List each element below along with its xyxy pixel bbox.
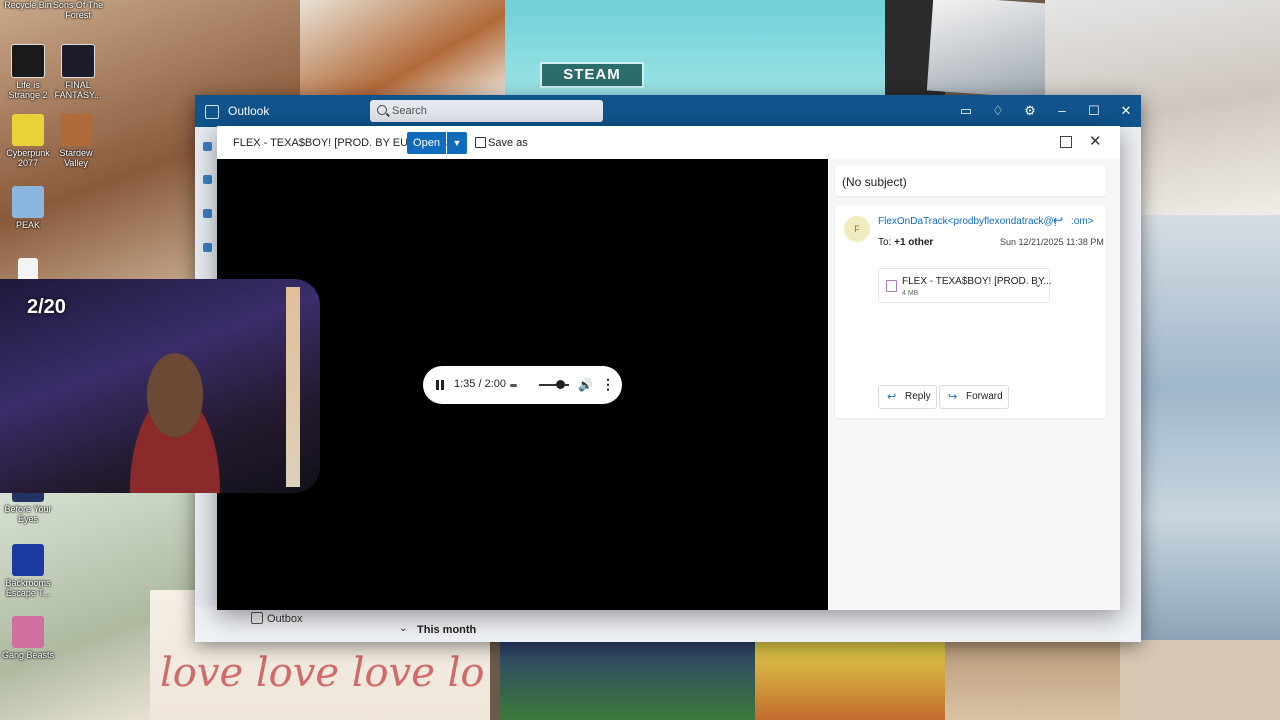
search-icon (377, 105, 387, 115)
desktop-icon-recycle-bin[interactable]: Recycle Bin (0, 0, 56, 10)
open-button[interactable]: Open (407, 132, 446, 154)
popout-icon[interactable] (1060, 136, 1072, 148)
ring-light (286, 287, 300, 487)
outlook-titlebar: Outlook Search ▭ ♢ ⚙ – ☐ ✕ (195, 95, 1141, 127)
playback-time: 1:35 / 2:00 (454, 378, 506, 390)
speaker-icon[interactable]: 🔊 (578, 378, 593, 392)
sender-name[interactable]: FlexOnDaTrack<prodbyflexondatrack@g (878, 216, 1056, 227)
desktop-icon-backrooms[interactable]: Backrooms Escape T... (0, 544, 56, 598)
game-icon (11, 44, 45, 78)
attachment-viewer: FLEX - TEXA$BOY! [PROD. BY EURO].mp3 Ope… (217, 126, 1120, 610)
attachment-size: 4 MB (902, 290, 919, 297)
search-box[interactable]: Search (370, 100, 603, 122)
close-window-icon[interactable]: ✕ (1116, 101, 1136, 121)
forward-button[interactable]: ↪ Forward (939, 385, 1009, 409)
close-icon[interactable]: ✕ (1089, 132, 1102, 150)
gear-icon[interactable]: ⚙ (1020, 101, 1040, 121)
desktop-icon-label: Gang Beasts (1, 650, 55, 660)
reply-icon: ↩ (887, 391, 897, 403)
volume-slider-thumb[interactable] (556, 380, 565, 389)
window-title: Outlook (228, 104, 270, 118)
desktop-icon-label: PEAK (15, 220, 40, 230)
desktop-icon-final-fantasy[interactable]: FINAL FANTASY... (50, 44, 106, 100)
folder-list-footer (195, 610, 1141, 642)
desktop-icon-label: Recycle Bin (4, 0, 52, 10)
desktop-icon-gang-beasts[interactable]: Gang Beasts (0, 616, 56, 660)
audio-file-icon (886, 280, 897, 292)
wallpaper-photo (755, 640, 945, 720)
reply-arrow-icon[interactable]: ↩ (1053, 213, 1063, 227)
reading-pane: (No subject) F FlexOnDaTrack<prodbyflexo… (828, 159, 1120, 610)
steam-badge: STEAM (540, 62, 644, 88)
desktop-icon-label: Stardew Valley (59, 148, 93, 168)
people-nav-icon[interactable] (203, 209, 212, 218)
desktop-icon-label: FINAL FANTASY... (54, 80, 102, 100)
desktop-icon-peak[interactable]: PEAK (0, 186, 56, 230)
forward-label: Forward (966, 391, 1003, 402)
more-options-icon[interactable]: ⋮ (601, 376, 615, 393)
game-icon (61, 44, 95, 78)
maximize-icon[interactable]: ☐ (1084, 101, 1104, 121)
sender-email-tail: :om> (1071, 216, 1094, 227)
to-label: To: (878, 237, 892, 248)
forward-icon: ↪ (948, 391, 958, 403)
audio-player: 1:35 / 2:00 🔊 ⋮ (423, 366, 622, 404)
desktop-icon-label: Life is Strange 2 (8, 80, 48, 100)
desktop-icon-sons-of-the-forest[interactable]: Sons Of The Forest (50, 0, 106, 20)
game-icon (12, 114, 44, 146)
save-icon (475, 137, 486, 148)
group-header-this-month[interactable]: This month (417, 624, 476, 636)
attachment-card[interactable]: FLEX - TEXA$BOY! [PROD. BY... 4 MB ⌄ (878, 268, 1052, 303)
folder-outbox[interactable]: Outbox (267, 613, 302, 625)
reply-button[interactable]: ↩ Reply (878, 385, 937, 409)
open-dropdown-button[interactable]: ▼ (447, 132, 467, 154)
game-icon (12, 616, 44, 648)
chevron-down-icon: ▼ (452, 138, 462, 148)
viewer-header: FLEX - TEXA$BOY! [PROD. BY EURO].mp3 Ope… (217, 126, 1120, 159)
attachment-name: FLEX - TEXA$BOY! [PROD. BY... (902, 276, 1052, 287)
wallpaper-photo (300, 0, 510, 100)
wallpaper-photo (1140, 215, 1280, 645)
bell-icon[interactable]: ♢ (988, 101, 1008, 121)
message-card: F FlexOnDaTrack<prodbyflexondatrack@g ↩ … (835, 206, 1106, 418)
calendar-nav-icon[interactable] (203, 175, 212, 184)
desktop-icon-life-is-strange[interactable]: Life is Strange 2 (0, 44, 56, 100)
avatar[interactable]: F (844, 216, 870, 242)
chevron-down-icon[interactable]: ⌄ (1034, 279, 1042, 290)
todo-nav-icon[interactable] (203, 243, 212, 252)
reply-label: Reply (905, 391, 931, 402)
game-icon (12, 186, 44, 218)
wallpaper-photo (500, 640, 760, 720)
recipients-line: To: +1 other (878, 237, 933, 248)
streamer (105, 339, 245, 493)
webcam-counter: 2/20 (27, 296, 66, 318)
outbox-icon (251, 612, 263, 624)
recipients-more[interactable]: +1 other (894, 237, 933, 248)
notes-icon[interactable]: ▭ (956, 101, 976, 121)
desktop-icon-label: Backrooms Escape T... (5, 578, 51, 598)
game-icon (60, 114, 92, 146)
minimize-icon[interactable]: – (1052, 101, 1072, 121)
search-input[interactable]: Search (392, 105, 427, 117)
seek-slider[interactable] (510, 384, 517, 387)
game-icon (12, 544, 44, 576)
chevron-down-icon[interactable]: ⌄ (399, 623, 407, 634)
wallpaper-photo (1120, 640, 1280, 720)
mail-nav-icon[interactable] (203, 142, 212, 151)
desktop-icon-stardew-valley[interactable]: Stardew Valley (48, 114, 104, 168)
message-subject: (No subject) (842, 175, 907, 189)
wallpaper-photo (926, 0, 1064, 100)
desktop-icon-label: Sons Of The Forest (52, 0, 104, 20)
wallpaper-handwriting: love love love lo (160, 650, 485, 696)
pause-icon[interactable] (436, 380, 444, 390)
outlook-app-icon (205, 105, 219, 119)
desktop-icon-label: Before Your Eyes (4, 504, 52, 524)
message-date: Sun 12/21/2025 11:38 PM (1000, 237, 1104, 247)
save-as-button[interactable]: Save as (488, 137, 528, 149)
subject-header: (No subject) (835, 166, 1106, 196)
